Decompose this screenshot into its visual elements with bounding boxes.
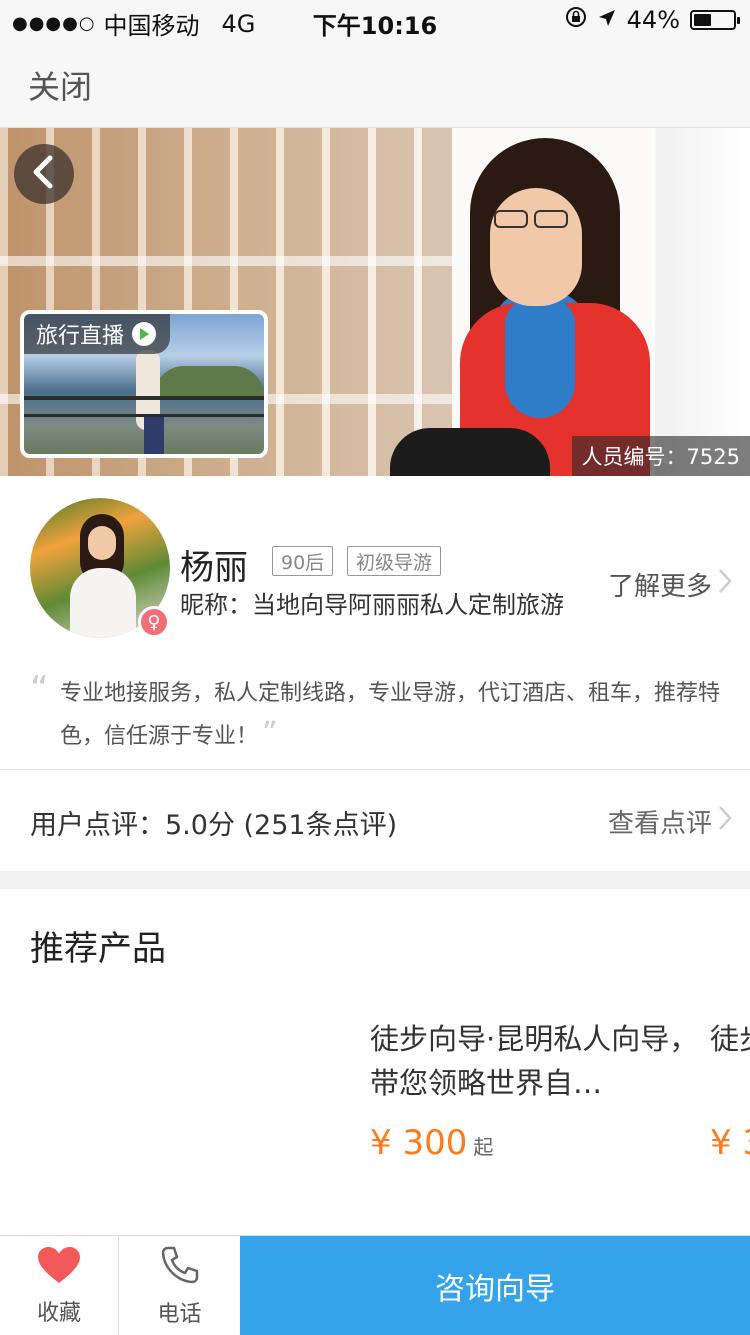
nav-bar: 关闭: [0, 40, 750, 128]
play-icon: [132, 322, 157, 346]
live-person-legs: [144, 414, 164, 454]
currency-symbol: ¥: [710, 1123, 732, 1163]
scarf-front: [505, 298, 575, 418]
back-button[interactable]: [14, 144, 74, 204]
battery-level-fill: [694, 14, 711, 26]
price-value: 3: [742, 1123, 750, 1163]
phone-button[interactable]: 电话: [120, 1236, 239, 1335]
guide-name: 杨丽: [180, 548, 248, 588]
product-card[interactable]: 徒步向导， ¥ 3: [710, 1017, 750, 1163]
battery-icon: [690, 10, 740, 30]
product-name: 徒步向导，: [710, 1022, 750, 1056]
hill: [154, 366, 264, 396]
price-unit: 起: [473, 1135, 494, 1159]
live-tag: 旅行直播: [24, 314, 171, 354]
view-reviews-label: 查看点评: [607, 809, 712, 839]
travel-live-card[interactable]: 旅行直播: [20, 310, 268, 458]
learn-more-label: 了解更多: [607, 572, 712, 602]
staff-number: 人员编号：7525: [571, 436, 750, 476]
product-price: ¥ 300 起: [370, 1123, 700, 1163]
phone-icon: [159, 1244, 201, 1292]
avatar-face: [88, 526, 116, 560]
section-title: 推荐产品: [30, 929, 166, 969]
phone-label: 电话: [157, 1301, 202, 1327]
guide-photo: [390, 128, 690, 476]
leg: [390, 428, 550, 476]
guide-profile: ♀ 杨丽 90后 初级导游 昵称：当地向导阿丽丽私人定制旅游 了解更多 “ 专业…: [0, 476, 750, 770]
avatar-body: [70, 568, 136, 638]
live-tag-label: 旅行直播: [36, 324, 125, 349]
product-name: 徒步向导·昆明私人向导，带您领略世界自…: [370, 1022, 699, 1100]
chevron-right-icon: [718, 568, 732, 601]
learn-more-link[interactable]: 了解更多: [608, 566, 732, 603]
level-badge: 初级导游: [347, 546, 442, 576]
status-bar: ●●●●○ 中国移动 4G 下午10:16 44%: [0, 0, 750, 40]
lock-rotation-icon: [565, 6, 587, 34]
review-summary: 用户点评：5.0分 (251条点评): [30, 810, 398, 841]
product-card[interactable]: 徒步向导·昆明私人向导，带您领略世界自… ¥ 300 起: [370, 1017, 700, 1163]
section-divider: [0, 871, 750, 889]
intro-text: 专业地接服务，私人定制线路，专业导游，代订酒店、租车，推荐特色，信任源于专业！: [60, 681, 721, 749]
close-quote-icon: ”: [262, 716, 278, 751]
view-reviews-link[interactable]: 查看点评: [608, 803, 732, 840]
back-arrow-icon: [30, 155, 58, 193]
price-value: 300: [402, 1123, 468, 1163]
guide-nickname: 昵称：当地向导阿丽丽私人定制旅游: [180, 591, 564, 619]
glasses: [490, 210, 572, 230]
location-arrow-icon: [597, 6, 617, 34]
guide-intro: “ 专业地接服务，私人定制线路，专业导游，代订酒店、租车，推荐特色，信任源于专业…: [30, 669, 721, 757]
favorite-label: 收藏: [36, 1300, 81, 1326]
recommended-products: 推荐产品 徒步向导·昆明私人向导，带您领略世界自… ¥ 300起 徒步向导， ¥…: [0, 889, 750, 1235]
review-row[interactable]: 用户点评：5.0分 (251条点评) 查看点评: [0, 771, 750, 871]
product-price: ¥ 3: [710, 1123, 750, 1163]
railing-lower: [24, 414, 264, 417]
heart-icon: [36, 1245, 82, 1291]
chevron-right-icon: [718, 805, 732, 838]
age-badge: 90后: [272, 546, 334, 576]
battery-percentage: 44%: [626, 6, 680, 34]
favorite-button[interactable]: 收藏: [0, 1236, 119, 1335]
close-button[interactable]: 关闭: [28, 62, 92, 108]
railing: [24, 396, 264, 400]
consult-guide-button[interactable]: 咨询向导: [240, 1236, 750, 1335]
bottom-action-bar: 收藏 电话 咨询向导: [0, 1235, 750, 1335]
female-icon: ♀: [138, 606, 170, 638]
face: [490, 188, 582, 306]
open-quote-icon: “: [30, 669, 49, 710]
currency-symbol: ¥: [370, 1123, 392, 1163]
